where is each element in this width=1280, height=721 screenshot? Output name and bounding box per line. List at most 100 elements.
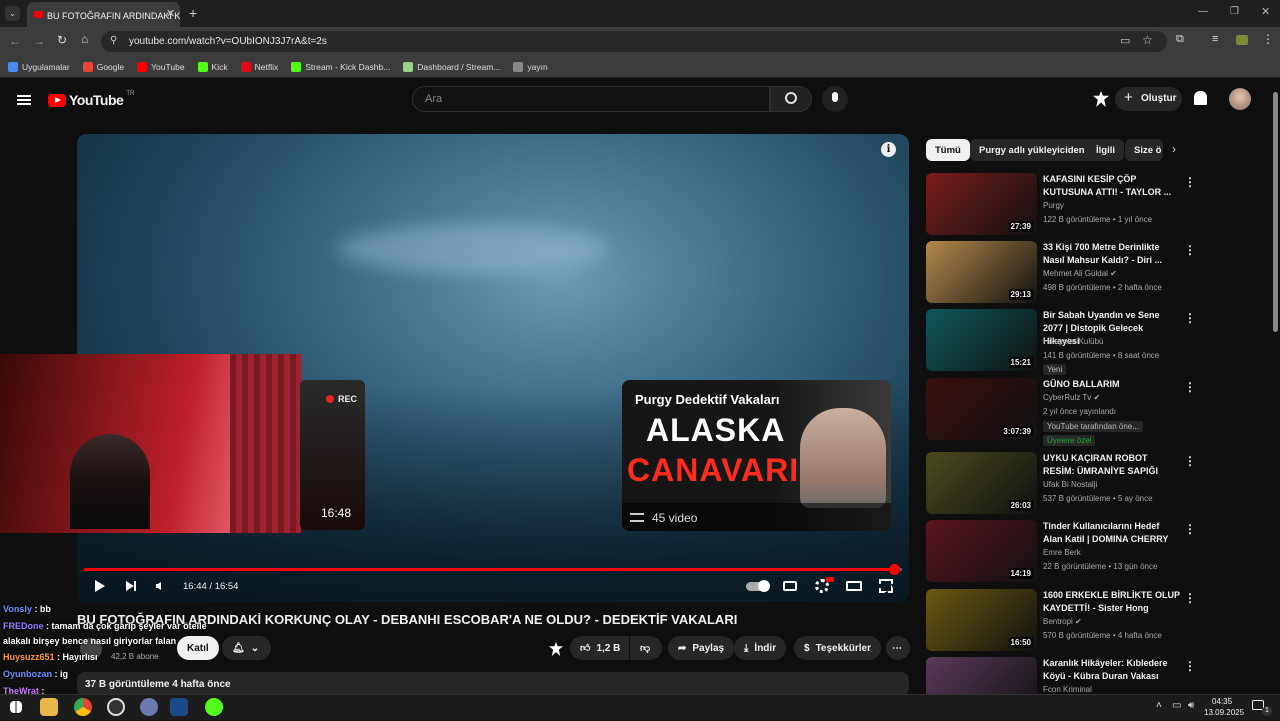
join-button[interactable]: Katıl [177, 636, 219, 660]
site-info-icon[interactable]: ⚲ [110, 35, 117, 46]
related-video-title[interactable]: GÜNO BALLARIM [1043, 378, 1181, 391]
related-video-channel[interactable]: Fcon Kriminal [1043, 685, 1092, 694]
minimize-window-icon[interactable]: — [1198, 6, 1208, 17]
media-control-icon[interactable]: ≡ [1212, 33, 1218, 45]
scrollbar-thumb[interactable] [1273, 92, 1278, 332]
related-video-channel[interactable]: Mehmet Ali Güldal ✔ [1043, 269, 1117, 278]
kick-app-icon[interactable] [205, 698, 223, 716]
related-video-title[interactable]: 33 Kişi 700 Metre Derinlikte Nasıl Mahsu… [1043, 241, 1181, 267]
cast-icon[interactable]: ▭ [1120, 34, 1130, 47]
bookmark-star-icon[interactable]: ☆ [1142, 33, 1153, 47]
voice-search-button[interactable] [822, 86, 848, 112]
more-actions-button[interactable]: ⋯ [886, 636, 910, 660]
endscreen-playlist-card[interactable]: Purgy Dedektif Vakaları ALASKA CANAVARI … [622, 380, 891, 531]
more-options-icon[interactable]: ⋮ [1184, 175, 1196, 189]
bookmark-4[interactable]: Netflix [240, 61, 278, 72]
video-thumbnail[interactable]: 27:39 [926, 173, 1037, 235]
scrubber-handle[interactable] [889, 564, 900, 575]
tab-search-button[interactable]: ⌄ [5, 6, 20, 21]
related-video-item[interactable]: 16:50 1600 ERKEKLE BİRLİKTE OLUP KAYDETTİ… [926, 589, 1196, 653]
extensions-icon[interactable]: ⧉ [1176, 33, 1184, 46]
video-thumbnail[interactable]: 3:07:39 [926, 378, 1037, 440]
browser-menu-icon[interactable]: ⋮ [1262, 32, 1274, 46]
browser-tab-active[interactable]: BU FOTOĞRAFIN ARDINDAKİ K [27, 2, 180, 27]
related-video-channel[interactable]: Purgy [1043, 201, 1064, 210]
steam-icon[interactable] [170, 698, 188, 716]
restore-window-icon[interactable]: ❐ [1230, 6, 1239, 17]
related-video-title[interactable]: UYKU KAÇIRAN ROBOT RESİM: ÜMRANİYE SAPIĞ… [1043, 452, 1181, 478]
speaker-icon[interactable]: 🔊︎ [1188, 700, 1194, 711]
video-thumbnail[interactable]: 29:13 [926, 241, 1037, 303]
related-video-item[interactable]: 29:13 33 Kişi 700 Metre Derinlikte Nasıl … [926, 241, 1196, 305]
address-bar[interactable]: ⚲ youtube.com/watch?v=OUbIONJ3J7rA&t=2s … [101, 31, 1167, 52]
bookmark-2[interactable]: YouTube [137, 61, 185, 72]
close-tab-icon[interactable]: ✕ [166, 7, 175, 20]
search-input[interactable]: Ara [412, 86, 770, 112]
description-box[interactable]: 37 B görüntüleme 4 hafta önce [77, 672, 909, 696]
related-video-title[interactable]: 1600 ERKEKLE BİRLİKTE OLUP KAYDETTİ! - S… [1043, 589, 1181, 615]
profile-icon[interactable] [1236, 35, 1248, 45]
picture-in-picture-card[interactable]: REC 16:48 [300, 380, 365, 530]
file-explorer-icon[interactable] [40, 698, 58, 716]
forward-arrow-icon[interactable]: → [33, 34, 45, 48]
menu-icon[interactable] [17, 95, 31, 105]
related-video-title[interactable]: Tinder Kullanıcılarını Hedef Alan Katil … [1043, 520, 1181, 546]
related-video-item[interactable]: 15:21 Bir Sabah Uyandın ve Sene 2077 | Di… [926, 309, 1196, 375]
back-arrow-icon[interactable]: ← [9, 34, 21, 48]
share-button[interactable]: ➦ Paylaş [668, 636, 735, 660]
bookmark-1[interactable]: Google [82, 61, 124, 72]
new-tab-icon[interactable]: + [189, 5, 197, 21]
more-options-icon[interactable]: ⋮ [1184, 243, 1196, 257]
bookmark-3[interactable]: Kick [197, 61, 228, 72]
download-button[interactable]: ⤓ İndir [734, 636, 787, 660]
chips-next-icon[interactable]: › [1172, 142, 1176, 156]
related-video-title[interactable]: KAFASINI KESİP ÇÖP KUTUSUNA ATTI! - TAYL… [1043, 173, 1181, 199]
bookmark-0[interactable]: Uygulamalar [8, 61, 70, 72]
related-video-title[interactable]: Karanlık Hikâyeler: Kıbledere Köyü - Küb… [1043, 657, 1181, 683]
more-options-icon[interactable]: ⋮ [1184, 311, 1196, 325]
reload-icon[interactable]: ↻ [57, 33, 67, 47]
theater-mode-icon[interactable] [846, 581, 862, 591]
related-video-channel[interactable]: Emre Berk [1043, 548, 1081, 557]
subscribe-bell-button[interactable]: 🔔︎ ⌄ [222, 636, 271, 660]
related-video-item[interactable]: 27:39 KAFASINI KESİP ÇÖP KUTUSUNA ATTI! -… [926, 173, 1196, 237]
account-avatar[interactable] [1229, 88, 1251, 110]
chip-related[interactable]: İlgili [1087, 139, 1124, 161]
clock-date[interactable]: 13.09.2025 [1204, 708, 1244, 717]
home-icon[interactable]: ⌂ [81, 32, 88, 46]
related-video-item[interactable]: 26:03 UYKU KAÇIRAN ROBOT RESİM: ÜMRANİYE … [926, 452, 1196, 516]
video-thumbnail[interactable]: 16:50 [926, 589, 1037, 651]
related-video-item[interactable]: 14:19 Tinder Kullanıcılarını Hedef Alan K… [926, 520, 1196, 584]
notifications-bell-icon[interactable] [1194, 91, 1207, 105]
network-icon[interactable]: ▭ [1172, 700, 1181, 711]
thanks-button[interactable]: $ Teşekkürler [794, 636, 881, 660]
next-video-icon[interactable] [126, 581, 134, 591]
more-options-icon[interactable]: ⋮ [1184, 454, 1196, 468]
app-icon[interactable] [140, 698, 158, 716]
related-video-channel[interactable]: CyberRulz Tv ✔ [1043, 393, 1100, 402]
related-video-channel[interactable]: Hikayeler Kulübü [1043, 337, 1103, 346]
search-button[interactable] [770, 86, 812, 112]
video-thumbnail[interactable]: 14:19 [926, 520, 1037, 582]
studio-star-icon[interactable] [549, 642, 563, 656]
like-button[interactable]: 👍︎ 1,2 B [570, 636, 629, 660]
chrome-icon[interactable] [74, 698, 92, 716]
start-menu-icon[interactable] [10, 701, 22, 713]
chip-for-you[interactable]: Size ö [1125, 139, 1163, 161]
more-options-icon[interactable]: ⋮ [1184, 380, 1196, 394]
play-icon[interactable] [95, 580, 105, 592]
subtitles-icon[interactable] [783, 581, 797, 591]
create-button[interactable]: + Oluştur [1115, 87, 1182, 111]
bookmark-7[interactable]: yayın [513, 61, 548, 72]
chip-from-uploader[interactable]: Purgy adlı yükleyiciden [970, 139, 1094, 161]
info-icon[interactable]: i [881, 142, 896, 157]
bookmark-5[interactable]: Stream - Kick Dashb... [291, 61, 390, 72]
youtube-logo[interactable]: YouTube TR [48, 91, 134, 108]
related-video-channel[interactable]: Bentropi ✔ [1043, 617, 1082, 626]
more-options-icon[interactable]: ⋮ [1184, 522, 1196, 536]
tray-chevron-icon[interactable]: ˄ [1156, 700, 1162, 711]
video-thumbnail[interactable]: 26:03 [926, 452, 1037, 514]
dislike-button[interactable]: 👎︎ [630, 636, 662, 660]
obs-icon[interactable] [107, 698, 125, 716]
chip-all[interactable]: Tümü [926, 139, 970, 161]
